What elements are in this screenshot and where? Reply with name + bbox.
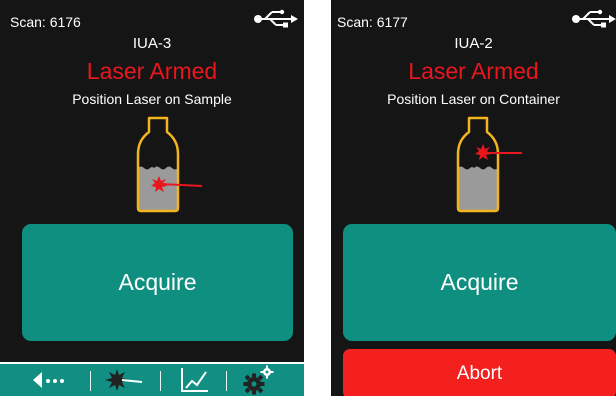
laser-icon — [105, 369, 143, 391]
device-name: IUA-3 — [132, 35, 172, 52]
usb-icon — [572, 9, 616, 28]
device-name: IUA-2 — [454, 35, 493, 52]
settings-gears-icon — [243, 365, 274, 395]
chart-button[interactable] — [172, 364, 216, 396]
scan-label: Scan: 6177 — [337, 14, 408, 30]
back-dots-icon — [33, 372, 64, 388]
laser-status: Laser Armed — [86, 58, 218, 84]
laser-status: Laser Armed — [408, 58, 539, 84]
usb-icon — [254, 9, 298, 28]
laser-button[interactable] — [100, 364, 148, 396]
acquire-button[interactable]: Acquire — [22, 224, 293, 341]
abort-button[interactable]: Abort — [343, 349, 616, 396]
acquire-label: Acquire — [440, 269, 519, 295]
device-screen-left: Scan: 6176 IUA-3 Laser Armed Position La… — [0, 0, 304, 396]
chart-icon — [181, 368, 208, 392]
acquire-label: Acquire — [118, 269, 197, 295]
toolbar-divider — [160, 371, 161, 391]
bottle-laser-container-illustration — [456, 116, 522, 213]
bottle-laser-sample-illustration — [136, 116, 203, 213]
instruction-text: Position Laser on Sample — [72, 91, 232, 107]
back-button[interactable] — [28, 364, 74, 396]
acquire-button[interactable]: Acquire — [343, 224, 616, 341]
instruction-text: Position Laser on Container — [387, 91, 560, 107]
settings-button[interactable] — [236, 364, 280, 396]
toolbar-divider — [90, 371, 91, 391]
toolbar-divider — [226, 371, 227, 391]
scan-label: Scan: 6176 — [10, 14, 81, 30]
bottom-toolbar — [0, 362, 304, 396]
abort-label: Abort — [456, 363, 503, 384]
device-screen-right: Scan: 6177 IUA-2 Laser Armed Position La… — [331, 0, 616, 396]
